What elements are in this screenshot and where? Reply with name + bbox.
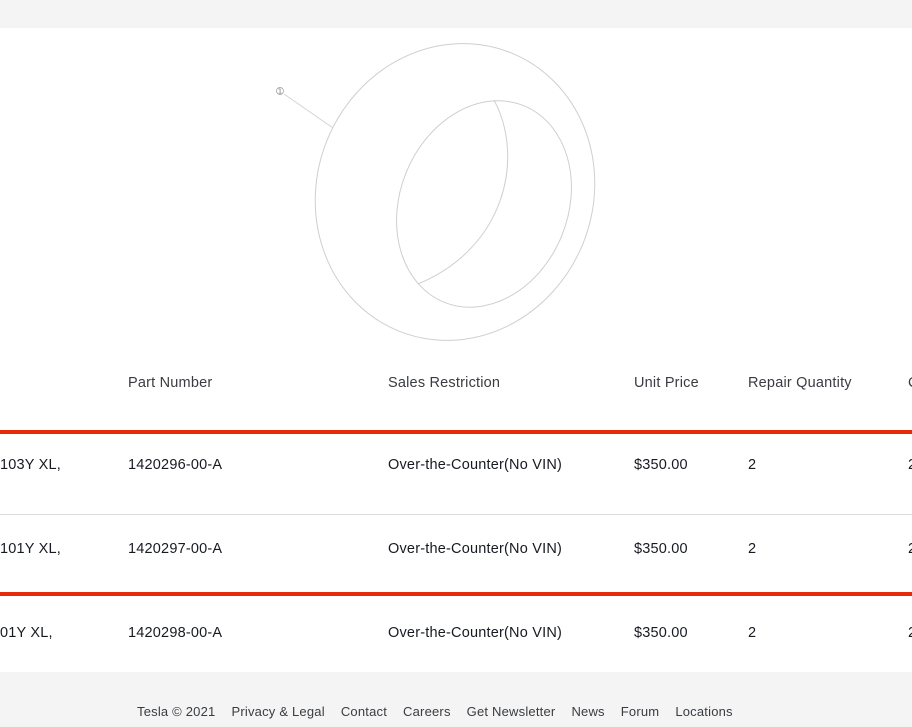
row-description: 103Y XL, [0,457,61,473]
row-part-number: 1420296-00-A [128,457,223,473]
row-part-number: 1420298-00-A [128,625,223,641]
highlight-line-top [0,430,912,434]
row-unit-price: $350.00 [634,625,688,641]
footer-links: Tesla © 2021 Privacy & Legal Contact Car… [137,704,733,719]
footer-copyright: Tesla © 2021 [137,704,216,719]
footer-link-careers[interactable]: Careers [403,704,451,719]
row-description: 01Y XL, [0,625,53,641]
header-next-col-partial: C [908,375,912,391]
header-unit-price: Unit Price [634,375,699,391]
header-sales-restriction: Sales Restriction [388,375,501,391]
row-repair-quantity: 2 [748,541,757,557]
table-row[interactable]: 101Y XL, 1420297-00-A Over-the-Counter(N… [0,527,912,611]
parts-table: Part Number Sales Restriction Unit Price… [0,358,912,672]
row-description: 101Y XL, [0,541,61,557]
parts-diagram: 1 [0,28,912,358]
tire-outer-outline [314,43,596,341]
row-unit-price: $350.00 [634,457,688,473]
row-sales-restriction: Over-the-Counter(No VIN) [388,541,563,557]
row-next-col-partial: 2 [908,541,912,557]
row-sales-restriction: Over-the-Counter(No VIN) [388,625,563,641]
row-unit-price: $350.00 [634,541,688,557]
footer: Tesla © 2021 Privacy & Legal Contact Car… [0,672,912,727]
row-repair-quantity: 2 [748,625,757,641]
callout-label: 1 [278,88,282,96]
footer-link-privacy-legal[interactable]: Privacy & Legal [231,704,324,719]
footer-link-locations[interactable]: Locations [675,704,732,719]
row-repair-quantity: 2 [748,457,757,473]
header-part-number: Part Number [128,375,213,391]
page: 1 Part Number Sales Restriction Unit Pri… [0,0,912,727]
header-repair-quantity: Repair Quantity [748,375,852,391]
tire-diagram-svg: 1 [276,43,596,341]
callout-leader-line [283,93,334,129]
top-bar [0,0,912,28]
highlight-line-bottom [0,592,912,596]
table-header-row: Part Number Sales Restriction Unit Price… [0,358,912,432]
tire-tread-edge [417,99,509,285]
row-divider [0,514,912,515]
footer-link-forum[interactable]: Forum [621,704,660,719]
row-sales-restriction: Over-the-Counter(No VIN) [388,457,563,473]
tire-inner-outline [396,100,572,308]
footer-link-contact[interactable]: Contact [341,704,387,719]
row-part-number: 1420297-00-A [128,541,223,557]
row-next-col-partial: 2 [908,625,912,641]
footer-link-get-newsletter[interactable]: Get Newsletter [467,704,556,719]
footer-link-news[interactable]: News [571,704,604,719]
row-next-col-partial: 2 [908,457,912,473]
